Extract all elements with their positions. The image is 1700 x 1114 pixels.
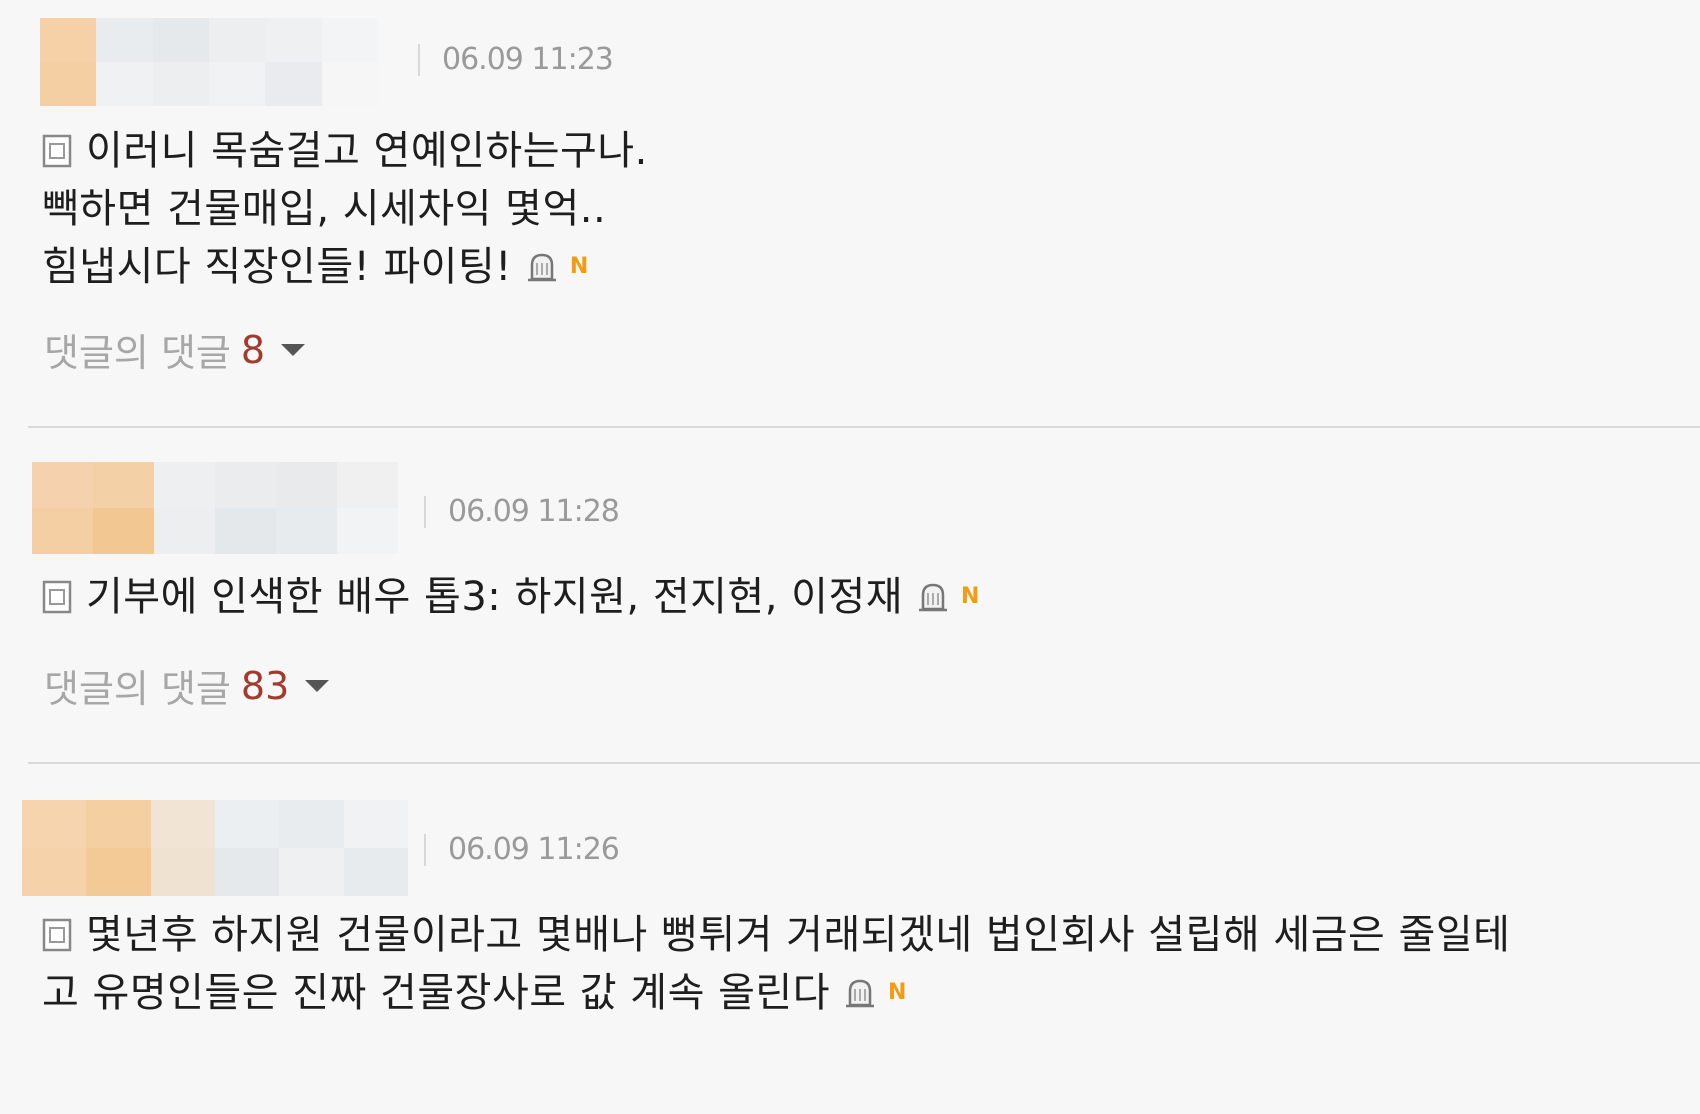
comment-text-line: 이러니 목숨걸고 연예인하는구나. xyxy=(42,120,648,182)
replies-toggle[interactable]: 댓글의 댓글 8 xyxy=(44,322,306,377)
bell-icon[interactable] xyxy=(524,249,560,285)
new-badge: N xyxy=(888,980,906,1005)
comment-text-line: 힘냅시다 직장인들! 파이팅! N xyxy=(42,236,588,298)
replies-label: 댓글의 댓글 xyxy=(44,331,231,375)
comment-trailing-icons: N xyxy=(524,236,588,298)
comment-meta: 06.09 11:26 xyxy=(424,832,620,867)
chevron-down-icon xyxy=(305,679,330,692)
bell-icon[interactable] xyxy=(915,579,951,615)
meta-divider xyxy=(424,495,426,528)
replies-count: 8 xyxy=(240,327,266,372)
comment-text: 이러니 목숨걸고 연예인하는구나. xyxy=(86,128,648,174)
comment-meta: 06.09 11:28 xyxy=(424,494,620,529)
comment-text-line: 기부에 인색한 배우 톱3: 하지원, 전지현, 이정재 N xyxy=(42,566,979,628)
comment-text: 고 유명인들은 진짜 건물장사로 값 계속 올린다 xyxy=(42,970,830,1016)
comment-timestamp: 06.09 11:26 xyxy=(448,832,620,867)
replies-label: 댓글의 댓글 xyxy=(44,667,231,711)
meta-divider xyxy=(418,43,420,76)
chevron-down-icon xyxy=(281,343,306,356)
comment-meta: 06.09 11:23 xyxy=(418,42,614,77)
meta-divider xyxy=(424,833,426,866)
memo-icon xyxy=(42,580,72,614)
comment-trailing-icons: N xyxy=(915,566,979,628)
avatar-blurred[interactable] xyxy=(32,462,398,554)
memo-icon xyxy=(42,918,72,952)
comment-text: 몇년후 하지원 건물이라고 몇배나 뻥튀겨 거래되겠네 법인회사 설립해 세금은… xyxy=(86,912,1511,958)
bell-icon[interactable] xyxy=(842,975,878,1011)
comment-timestamp: 06.09 11:23 xyxy=(442,42,614,77)
avatar-blurred[interactable] xyxy=(40,18,378,106)
comment-trailing-icons: N xyxy=(842,962,906,1024)
comment-divider xyxy=(28,762,1700,764)
new-badge: N xyxy=(569,254,588,279)
comment-text-line: 빽하면 건물매입, 시세차익 몇억.. xyxy=(42,178,606,240)
comment-text: 기부에 인색한 배우 톱3: 하지원, 전지현, 이정재 xyxy=(86,574,904,620)
comment-divider xyxy=(28,426,1700,428)
avatar-blurred[interactable] xyxy=(22,800,408,896)
comment-text-line: 고 유명인들은 진짜 건물장사로 값 계속 올린다 N xyxy=(42,962,906,1024)
comment-text-line: 몇년후 하지원 건물이라고 몇배나 뻥튀겨 거래되겠네 법인회사 설립해 세금은… xyxy=(42,904,1510,966)
replies-count: 83 xyxy=(240,663,290,708)
comment-text: 빽하면 건물매입, 시세차익 몇억.. xyxy=(42,186,607,232)
comment-text: 힘냅시다 직장인들! 파이팅! xyxy=(42,244,512,290)
replies-toggle[interactable]: 댓글의 댓글 83 xyxy=(44,658,330,713)
comment-timestamp: 06.09 11:28 xyxy=(448,494,620,529)
new-badge: N xyxy=(961,584,979,609)
memo-icon xyxy=(42,134,72,168)
